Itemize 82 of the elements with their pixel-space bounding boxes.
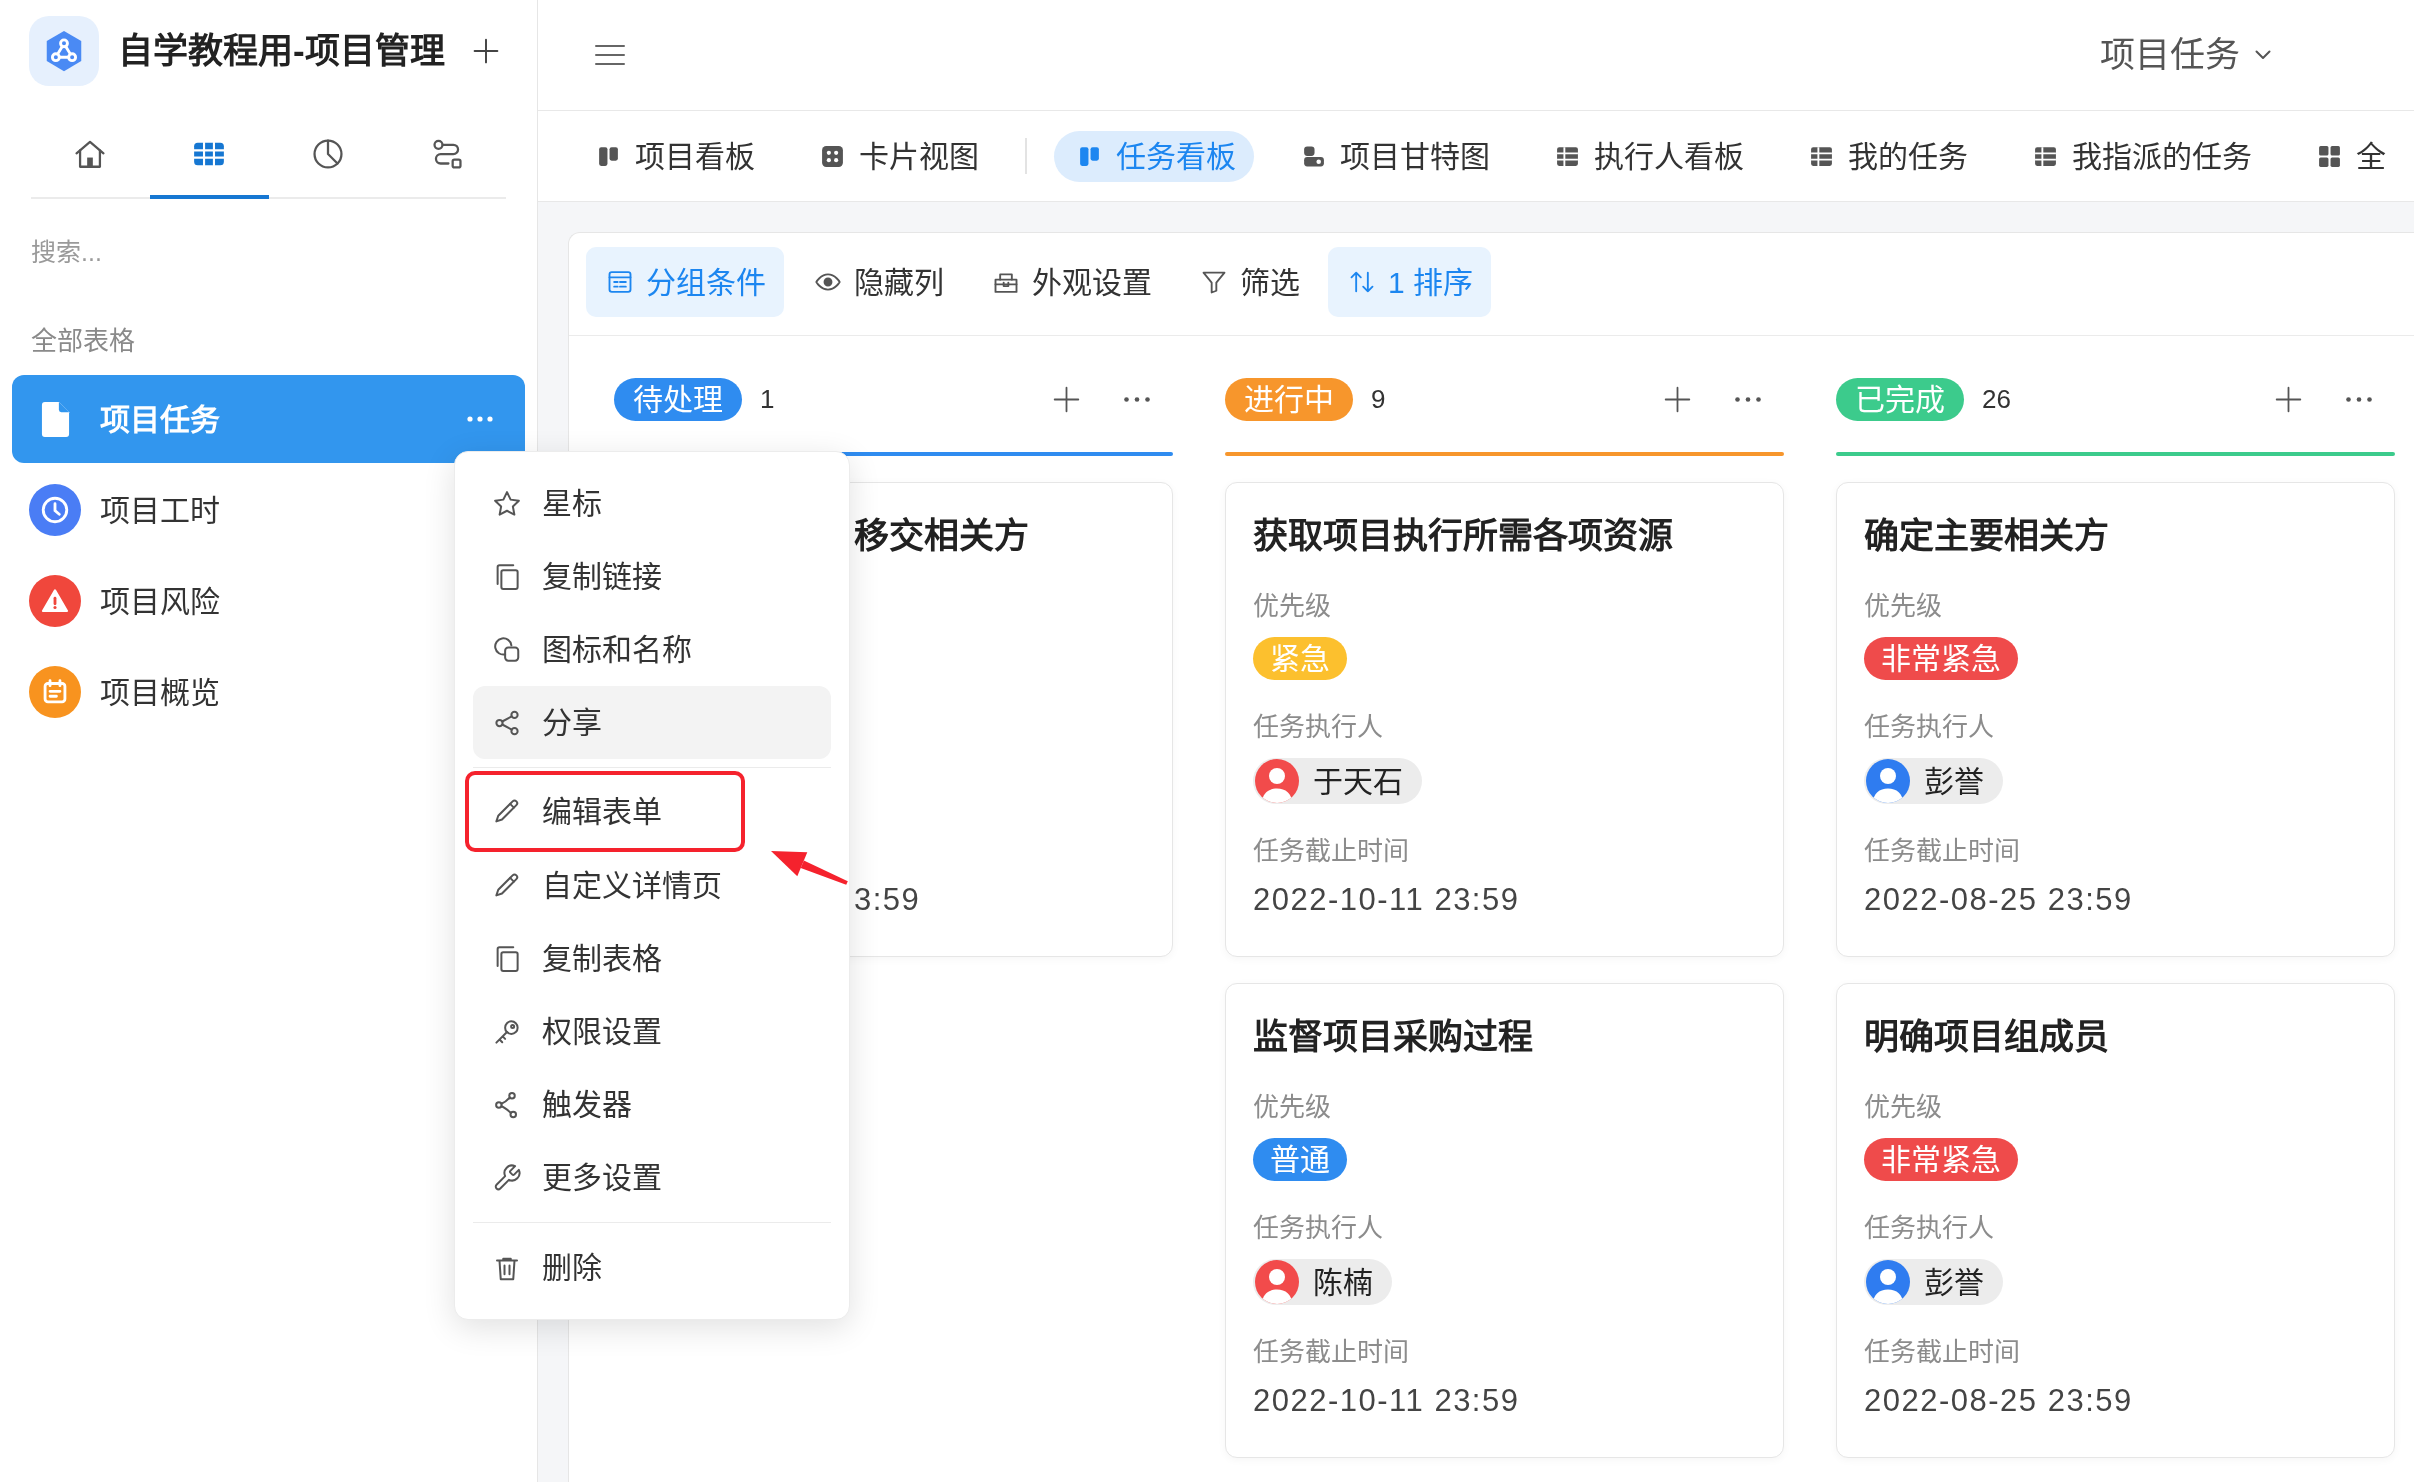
field-label: 任务执行人 [1864, 1212, 1995, 1245]
menu-icon[interactable] [595, 44, 625, 66]
card-count: 26 [1982, 383, 2011, 416]
field-label: 任务截止时间 [1253, 1336, 1410, 1369]
view-tab[interactable]: 我的任务 [1786, 130, 1986, 182]
view-tab[interactable]: 执行人看板 [1532, 130, 1762, 182]
field-value: 3:59 [854, 882, 922, 918]
field-value: 2022-08-25 23:59 [1864, 1383, 2134, 1419]
assignee-chip[interactable]: 陈楠 [1253, 1259, 1392, 1305]
menu-item[interactable]: 更多设置 [473, 1141, 831, 1214]
more-icon[interactable] [466, 415, 494, 423]
assignee-chip[interactable]: 彭誉 [1864, 758, 2003, 804]
task-card[interactable]: 监督项目采购过程 优先级 普通 任务执行人 陈楠 任务截止时间 2022-10-11 23:59 [1225, 983, 1784, 1458]
view-tab[interactable]: 项目看板 [573, 130, 773, 182]
add-icon[interactable] [1664, 386, 1691, 413]
add-icon[interactable] [2275, 386, 2302, 413]
status-tag: 进行中 [1225, 378, 1353, 421]
task-card[interactable]: 确定主要相关方 优先级 非常紧急 任务执行人 彭誉 任务截止时间 2022-08-25 23:59 [1836, 482, 2395, 957]
assignee-chip[interactable]: 彭誉 [1864, 1259, 2003, 1305]
field-label: 任务执行人 [1253, 1212, 1384, 1245]
menu-item[interactable]: 触发器 [473, 1068, 831, 1141]
priority-tag: 普通 [1253, 1138, 1347, 1181]
priority-tag: 非常紧急 [1864, 637, 2018, 680]
view-tab[interactable]: 项目甘特图 [1278, 130, 1508, 182]
priority-tag: 非常紧急 [1864, 1138, 2018, 1181]
more-icon[interactable] [1123, 396, 1151, 403]
search-field[interactable]: 搜索... [31, 227, 503, 277]
card-title: 确定主要相关方 [1864, 515, 2110, 557]
star-icon [492, 488, 522, 519]
shapes-icon [492, 634, 522, 665]
field-value: 2022-10-11 23:59 [1253, 1383, 1521, 1419]
gallery-icon [820, 143, 845, 169]
card-title: 移交相关方 [854, 515, 1030, 557]
card-title: 监督项目采购过程 [1253, 1016, 1534, 1058]
add-icon[interactable] [1053, 386, 1080, 413]
assignee-name: 陈楠 [1313, 1264, 1373, 1301]
wrench-icon [492, 1162, 522, 1193]
add-icon[interactable] [473, 38, 499, 64]
group-icon [606, 268, 634, 296]
priority-tag: 紧急 [1253, 637, 1347, 680]
field-value: 2022-08-25 23:59 [1864, 882, 2134, 918]
toolbar-button[interactable]: 筛选 [1180, 247, 1318, 317]
assignee-name: 于天石 [1313, 763, 1403, 800]
field-label: 任务截止时间 [1253, 835, 1410, 868]
card-title: 获取项目执行所需各项资源 [1253, 515, 1674, 557]
field-label: 优先级 [1253, 1091, 1332, 1124]
toolbar-button[interactable]: 外观设置 [972, 247, 1170, 317]
chevron-down-icon [2255, 50, 2271, 60]
field-label: 任务截止时间 [1864, 835, 2021, 868]
field-value: 2022-10-11 23:59 [1253, 882, 1521, 918]
assignee-chip[interactable]: 于天石 [1253, 758, 1422, 804]
task-card[interactable]: 明确项目组成员 优先级 非常紧急 任务执行人 彭誉 任务截止时间 2022-08-25 23:59 [1836, 983, 2395, 1458]
table-selector[interactable]: 项目任务 [2100, 28, 2271, 82]
assignee-name: 彭誉 [1924, 1264, 1984, 1301]
menu-item[interactable]: 删除 [473, 1231, 831, 1304]
status-tag: 已完成 [1836, 378, 1964, 421]
view-tab[interactable]: 卡片视图 [797, 130, 997, 182]
card-count: 1 [760, 383, 775, 416]
card-count: 9 [1371, 383, 1386, 416]
toolbar-button[interactable]: 隐藏列 [794, 247, 962, 317]
view-tab[interactable]: 全 [2294, 130, 2404, 182]
view-tab[interactable]: 我指派的任务 [2010, 130, 2270, 182]
card-title: 明确项目组成员 [1864, 1016, 2110, 1058]
grid-icon [2317, 143, 2342, 169]
document-icon [39, 400, 71, 438]
field-label: 任务执行人 [1253, 711, 1384, 744]
menu-item[interactable]: 权限设置 [473, 995, 831, 1068]
more-icon[interactable] [2345, 396, 2373, 403]
assignee-name: 彭誉 [1924, 763, 1984, 800]
task-card[interactable]: 获取项目执行所需各项资源 优先级 紧急 任务执行人 于天石 任务截止时间 2022-10-11 23:59 [1225, 482, 1784, 957]
pie-chart-icon [310, 136, 345, 171]
field-label: 任务截止时间 [1864, 1336, 2021, 1369]
section-title: 全部表格 [31, 325, 136, 358]
app-logo-icon [29, 16, 99, 86]
field-label: 优先级 [1864, 590, 1943, 623]
field-label: 优先级 [1864, 1091, 1943, 1124]
field-label: 优先级 [1253, 590, 1332, 623]
app-title: 自学教程用-项目管理 [118, 29, 446, 72]
status-tag: 待处理 [614, 378, 742, 421]
more-icon[interactable] [1734, 396, 1762, 403]
field-label: 任务执行人 [1864, 711, 1995, 744]
menu-item[interactable]: 分享 [473, 686, 831, 759]
